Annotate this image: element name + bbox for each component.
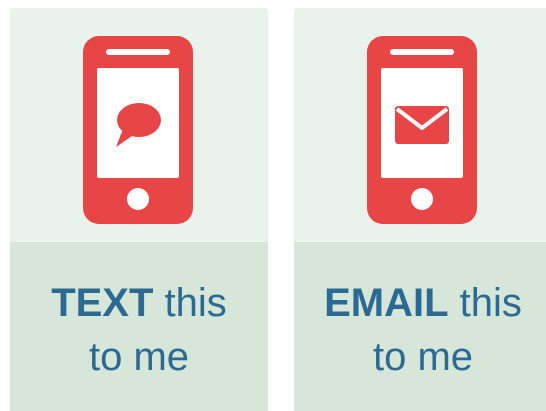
phone-email-icon <box>367 36 477 224</box>
phone-message-icon <box>83 36 193 224</box>
text-this-to-me-button[interactable]: TEXT this to me <box>10 8 268 411</box>
label-strong: EMAIL <box>324 281 449 325</box>
card-icon-area <box>10 8 268 242</box>
card-icon-area <box>294 8 546 242</box>
label-line2: to me <box>372 335 474 379</box>
label-rest: this <box>164 281 227 325</box>
card-label: EMAIL this to me <box>294 280 546 380</box>
label-rest: this <box>459 281 522 325</box>
label-strong: TEXT <box>51 281 154 325</box>
label-line2: to me <box>88 335 190 379</box>
email-this-to-me-button[interactable]: EMAIL this to me <box>294 8 546 411</box>
card-label: TEXT this to me <box>10 280 268 380</box>
